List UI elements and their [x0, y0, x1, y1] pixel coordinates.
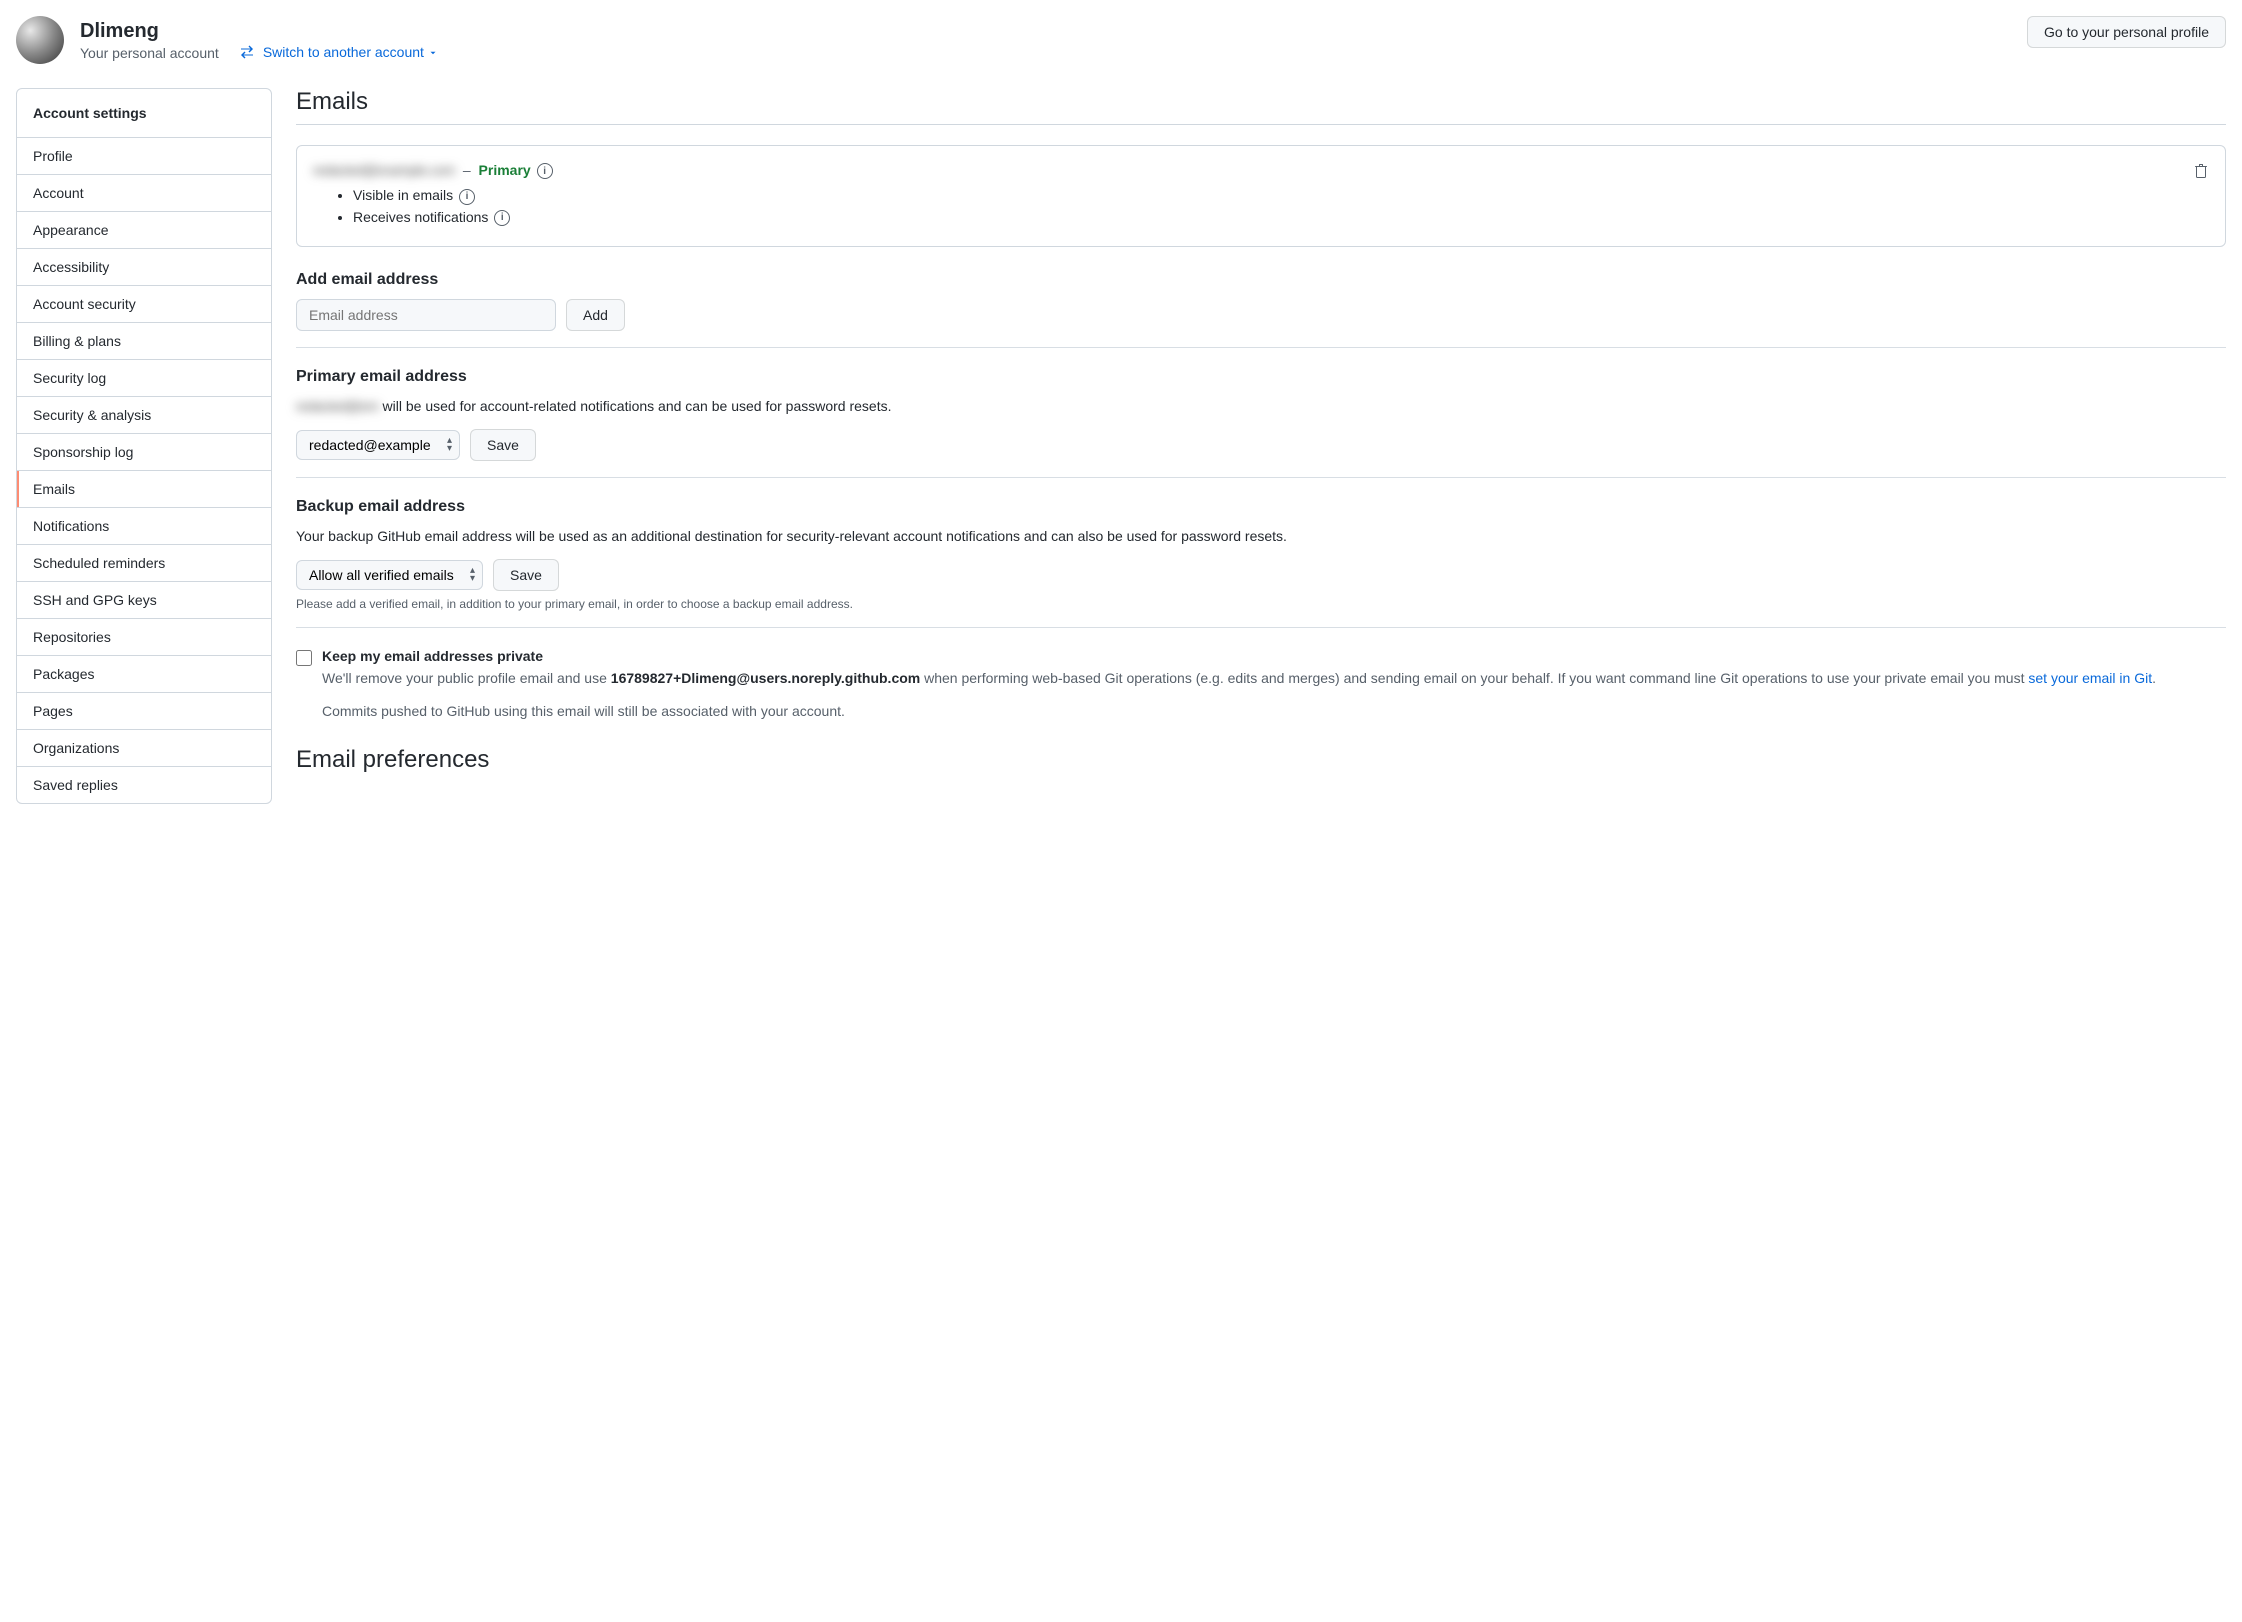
primary-email-select[interactable]: redacted@example ▴▾ [296, 430, 460, 460]
caret-down-icon [428, 48, 438, 58]
go-to-profile-button[interactable]: Go to your personal profile [2027, 16, 2226, 48]
set-email-git-link[interactable]: set your email in Git [2028, 670, 2152, 686]
info-icon[interactable]: i [459, 189, 475, 205]
save-button[interactable]: Save [470, 429, 536, 461]
sidebar-item-notifications[interactable]: Notifications [17, 508, 271, 545]
sidebar-item-account-security[interactable]: Account security [17, 286, 271, 323]
divider [296, 347, 2226, 348]
backup-email-select[interactable]: Allow all verified emails ▴▾ [296, 560, 483, 590]
backup-email-desc: Your backup GitHub email address will be… [296, 526, 2226, 547]
backup-email-heading: Backup email address [296, 498, 2226, 516]
sidebar-item-profile[interactable]: Profile [17, 138, 271, 175]
switch-icon [239, 44, 255, 60]
sidebar-item-packages[interactable]: Packages [17, 656, 271, 693]
username: Dlimeng [80, 20, 438, 43]
keep-private-checkbox[interactable] [296, 650, 312, 666]
dash: – [463, 162, 471, 178]
sidebar-item-security-log[interactable]: Security log [17, 360, 271, 397]
account-subtitle: Your personal account [80, 45, 219, 61]
sidebar-item-account[interactable]: Account [17, 175, 271, 212]
email-meta-item: Visible in emails i [353, 187, 2193, 204]
backup-email-note: Please add a verified email, in addition… [296, 597, 2226, 611]
divider [296, 124, 2226, 125]
page-title: Emails [296, 88, 2226, 116]
sidebar-item-organizations[interactable]: Organizations [17, 730, 271, 767]
sidebar-header: Account settings [17, 89, 271, 138]
email-input[interactable] [296, 299, 556, 331]
email-address: redacted@example.com [313, 162, 455, 178]
primary-email-desc: redacted@em will be used for account-rel… [296, 396, 2226, 417]
sidebar-item-saved-replies[interactable]: Saved replies [17, 767, 271, 803]
add-button[interactable]: Add [566, 299, 625, 331]
sidebar-item-pages[interactable]: Pages [17, 693, 271, 730]
divider [296, 477, 2226, 478]
email-meta-item: Receives notifications i [353, 209, 2193, 226]
info-icon[interactable]: i [494, 210, 510, 226]
divider [296, 627, 2226, 628]
email-preferences-heading: Email preferences [296, 746, 2226, 774]
sidebar-item-ssh-and-gpg-keys[interactable]: SSH and GPG keys [17, 582, 271, 619]
info-icon[interactable]: i [537, 163, 553, 179]
sidebar-item-scheduled-reminders[interactable]: Scheduled reminders [17, 545, 271, 582]
primary-email-box: redacted@example.com – Primary i Visible… [296, 145, 2226, 247]
sidebar-item-appearance[interactable]: Appearance [17, 212, 271, 249]
sidebar: Account settingsProfileAccountAppearance… [16, 88, 272, 804]
sidebar-item-emails[interactable]: Emails [17, 471, 271, 508]
add-email-heading: Add email address [296, 271, 2226, 289]
sidebar-item-security-analysis[interactable]: Security & analysis [17, 397, 271, 434]
avatar[interactable] [16, 16, 64, 64]
sidebar-item-sponsorship-log[interactable]: Sponsorship log [17, 434, 271, 471]
keep-private-desc: We'll remove your public profile email a… [322, 668, 2156, 689]
sidebar-item-repositories[interactable]: Repositories [17, 619, 271, 656]
primary-badge: Primary [479, 162, 531, 178]
sidebar-item-billing-plans[interactable]: Billing & plans [17, 323, 271, 360]
primary-email-heading: Primary email address [296, 368, 2226, 386]
main-content: Emails redacted@example.com – Primary i … [296, 88, 2226, 804]
sidebar-item-accessibility[interactable]: Accessibility [17, 249, 271, 286]
trash-icon[interactable] [2193, 162, 2209, 179]
save-button[interactable]: Save [493, 559, 559, 591]
commits-note: Commits pushed to GitHub using this emai… [322, 701, 2156, 722]
keep-private-label: Keep my email addresses private [322, 648, 2156, 664]
switch-account-link[interactable]: Switch to another account [263, 44, 438, 60]
